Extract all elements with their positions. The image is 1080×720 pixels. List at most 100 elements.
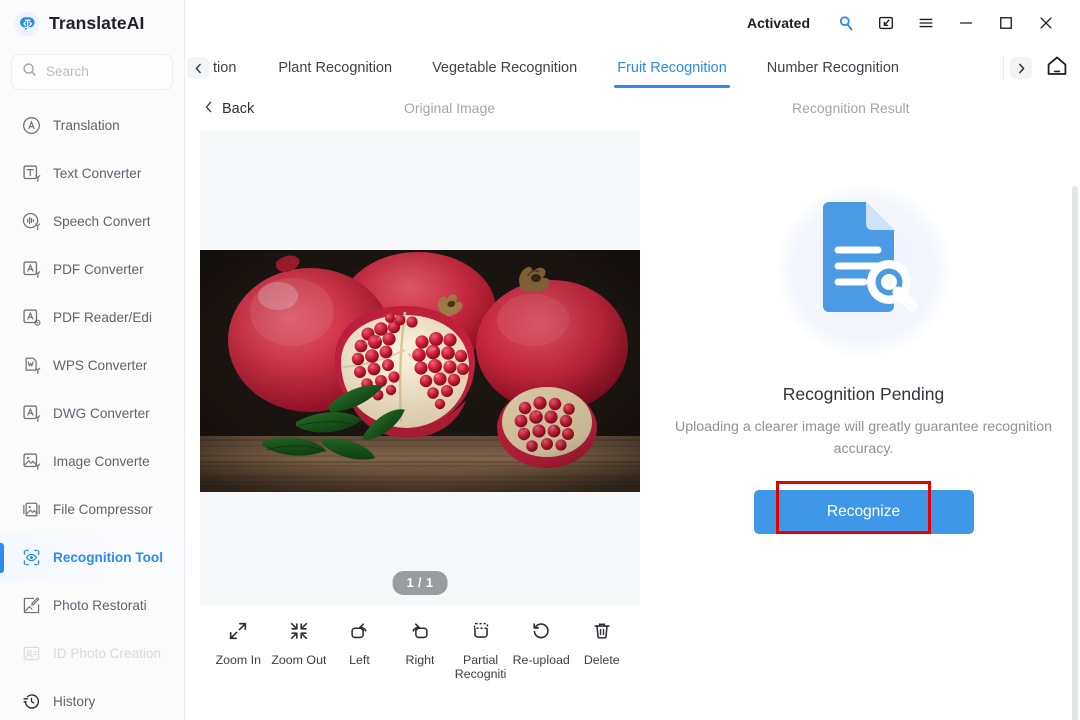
rotate-left-button[interactable]: Left (329, 620, 390, 667)
sidebar-item-translation[interactable]: Translation (0, 102, 184, 150)
page-indicator: 1 / 1 (392, 571, 448, 595)
tab-scroll-right-button[interactable] (1008, 46, 1034, 90)
translate-chat-icon (14, 11, 40, 37)
partial-recognition-button[interactable]: Partial Recogniti (450, 620, 511, 681)
sidebar-nav: Translation Text Converter Speech Conver… (0, 100, 184, 720)
search-input[interactable] (46, 64, 162, 80)
window-titlebar: Activated (185, 0, 1080, 46)
recognize-button[interactable]: Recognize (753, 490, 974, 534)
restore-down-icon[interactable] (866, 3, 906, 43)
tab-scroll-left-button[interactable] (185, 46, 211, 90)
sidebar: TranslateAI Search Translation Text Conv… (0, 0, 185, 720)
tab-label: Plant Recognition (278, 60, 393, 76)
delete-icon (591, 620, 613, 647)
sidebar-item-history[interactable]: History (0, 678, 184, 720)
text-converter-icon (21, 163, 42, 184)
close-icon[interactable] (1026, 3, 1066, 43)
app-title: TranslateAI (49, 13, 145, 34)
image-toolbar: Zoom In Zoom Out Left Right Partial Reco… (200, 614, 640, 681)
id-photo-icon (21, 643, 42, 664)
sidebar-item-label: Text Converter (53, 166, 142, 182)
file-compressor-icon (21, 499, 42, 520)
tab-label: Number Recognition (766, 60, 899, 76)
tab-plant-recognition[interactable]: Plant Recognition (258, 46, 412, 90)
back-button[interactable]: Back (199, 98, 258, 120)
sidebar-item-label: Image Converte (53, 454, 150, 470)
sidebar-item-pdf-converter[interactable]: PDF Converter (0, 246, 184, 294)
sidebar-item-speech-convert[interactable]: Speech Convert (0, 198, 184, 246)
tab-vegetable-recognition[interactable]: Vegetable Recognition (412, 46, 597, 90)
chevron-right-icon (1010, 57, 1032, 79)
sidebar-item-image-converter[interactable]: Image Converte (0, 438, 184, 486)
tab-label: Fruit Recognition (617, 60, 727, 76)
tool-label: Re-upload (512, 653, 570, 667)
pdf-converter-icon (21, 259, 42, 280)
sidebar-item-text-converter[interactable]: Text Converter (0, 150, 184, 198)
recognition-tool-icon (21, 547, 42, 568)
wps-converter-icon (21, 355, 42, 376)
result-subtitle: Uploading a clearer image will greatly g… (675, 419, 1052, 457)
recognize-button-row: Recognize (753, 481, 974, 534)
search-key-icon[interactable] (826, 3, 866, 43)
tab-number-recognition[interactable]: Number Recognition (747, 46, 919, 90)
tab-bar: tion Plant Recognition Vegetable Recogni… (185, 46, 1080, 90)
vertical-scrollbar[interactable] (1072, 186, 1078, 720)
partial-recognition-icon (470, 620, 492, 647)
translation-icon (21, 115, 42, 136)
back-label: Back (222, 101, 255, 117)
pomegranates-photo[interactable] (200, 250, 640, 492)
sidebar-item-label: Recognition Tool (53, 550, 163, 566)
photo-restoration-icon (21, 595, 42, 616)
sidebar-item-file-compressor[interactable]: File Compressor (0, 486, 184, 534)
sidebar-item-label: Translation (53, 118, 120, 134)
zoom-out-icon (288, 620, 310, 647)
tab-fruit-recognition[interactable]: Fruit Recognition (597, 46, 747, 90)
app-brand: TranslateAI (0, 0, 184, 48)
content-subheader: Back Original Image Recognition Result (185, 90, 1080, 132)
chevron-left-icon (203, 101, 215, 117)
image-converter-icon (21, 451, 42, 472)
tab-divider (1003, 57, 1004, 79)
zoom-out-button[interactable]: Zoom Out (269, 620, 330, 667)
menu-icon[interactable] (906, 3, 946, 43)
home-button[interactable] (1034, 46, 1080, 90)
tool-label: Delete (583, 653, 620, 667)
re-upload-icon (530, 620, 552, 647)
sidebar-item-pdf-reader-editor[interactable]: PDF Reader/Edi (0, 294, 184, 342)
search-icon (22, 62, 37, 82)
result-title: Recognition Pending (782, 384, 945, 404)
delete-button[interactable]: Delete (571, 620, 632, 667)
activation-status: Activated (746, 15, 810, 31)
minimize-icon[interactable] (946, 3, 986, 43)
maximize-icon[interactable] (986, 3, 1026, 43)
search-container (0, 48, 184, 100)
sidebar-item-label: File Compressor (53, 502, 153, 518)
chevron-left-icon (187, 57, 209, 79)
tool-label: Right (405, 653, 435, 667)
main-area: Activated tion Plant Recognition Vegetab… (185, 0, 1080, 720)
search-box[interactable] (11, 53, 173, 90)
sidebar-item-label: Speech Convert (53, 214, 151, 230)
original-image-title: Original Image (404, 100, 496, 116)
rotate-right-icon (409, 620, 431, 647)
tab-clipped[interactable]: tion (211, 46, 258, 90)
sidebar-item-label: PDF Converter (53, 262, 144, 278)
tool-label: Partial Recogniti (454, 653, 507, 681)
zoom-in-button[interactable]: Zoom In (208, 620, 269, 667)
speech-convert-icon (21, 211, 42, 232)
sidebar-item-wps-converter[interactable]: WPS Converter (0, 342, 184, 390)
app-window: TranslateAI Search Translation Text Conv… (0, 0, 1080, 720)
rotate-right-button[interactable]: Right (390, 620, 451, 667)
original-image-panel[interactable]: 1 / 1 (200, 130, 640, 605)
sidebar-item-id-photo-creation[interactable]: ID Photo Creation (0, 630, 184, 678)
scrollbar-thumb[interactable] (1072, 186, 1078, 720)
sidebar-item-photo-restoration[interactable]: Photo Restorati (0, 582, 184, 630)
home-icon (1045, 54, 1069, 83)
pdf-reader-icon (21, 307, 42, 328)
tab-list: tion Plant Recognition Vegetable Recogni… (211, 46, 997, 90)
dwg-converter-icon (21, 403, 42, 424)
sidebar-item-recognition-tool[interactable]: Recognition Tool (0, 533, 184, 582)
re-upload-button[interactable]: Re-upload (511, 620, 572, 667)
sidebar-item-dwg-converter[interactable]: DWG Converter (0, 390, 184, 438)
tab-label: tion (213, 60, 237, 76)
